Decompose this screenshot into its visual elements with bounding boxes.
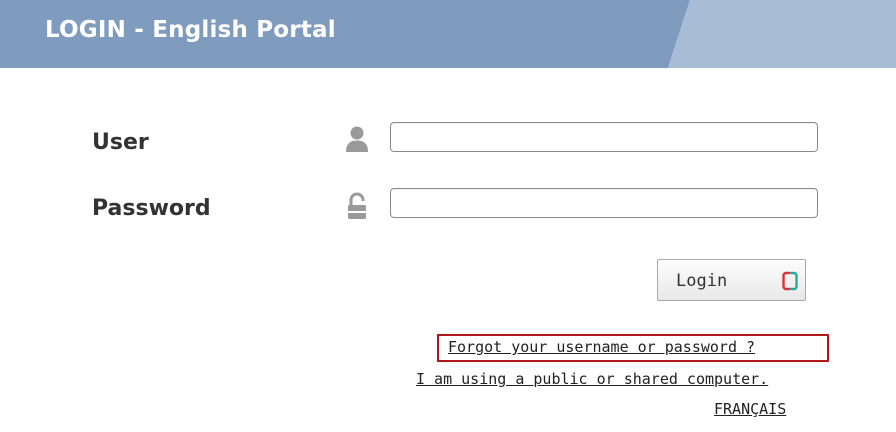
user-label: User: [92, 130, 149, 155]
refresh-icon: [782, 271, 798, 294]
password-label: Password: [92, 196, 211, 221]
header-bar: LOGIN - English Portal: [0, 0, 896, 68]
login-button-label: Login: [676, 271, 728, 291]
forgot-credentials-link[interactable]: Forgot your username or password ?: [448, 338, 755, 356]
lock-icon: [342, 191, 372, 221]
user-icon: [342, 124, 372, 154]
francais-link[interactable]: FRANÇAIS: [714, 400, 786, 418]
public-computer-link[interactable]: I am using a public or shared computer.: [416, 370, 768, 388]
page-title: LOGIN - English Portal: [45, 17, 336, 43]
username-input[interactable]: [390, 122, 818, 152]
login-button[interactable]: Login: [657, 259, 806, 301]
password-input[interactable]: [390, 188, 818, 218]
